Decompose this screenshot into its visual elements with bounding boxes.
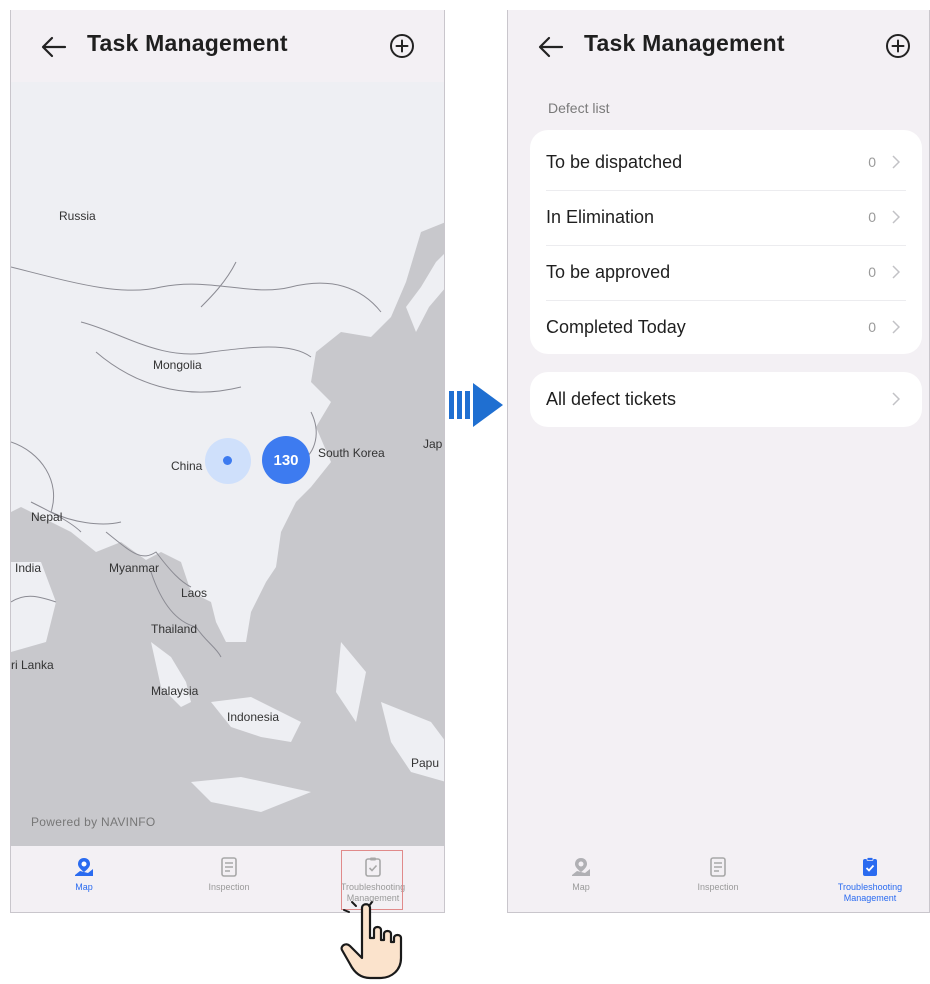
location-marker[interactable]: [223, 456, 232, 465]
back-arrow-icon[interactable]: [536, 32, 566, 62]
chevron-right-icon: [892, 210, 900, 224]
nav-label-troubleshooting-1: Troubleshooting: [837, 882, 903, 892]
map-label-japan: Jap: [423, 437, 443, 451]
bottom-nav: Map Inspection Troubleshooting Managemen…: [508, 846, 929, 912]
page-title: Task Management: [87, 30, 288, 56]
map-label-sri-lanka: ri Lanka: [11, 658, 54, 672]
row-count: 0: [868, 209, 876, 225]
defect-row-completed-today[interactable]: Completed Today 0: [546, 300, 906, 355]
chevron-right-icon: [892, 392, 900, 406]
nav-label-inspection: Inspection: [208, 882, 250, 892]
inspection-doc-icon: [221, 857, 237, 877]
map-label-myanmar: Myanmar: [109, 561, 160, 575]
chevron-right-icon: [892, 155, 900, 169]
nav-tab-map[interactable]: Map: [51, 846, 117, 912]
nav-label-map: Map: [75, 882, 93, 892]
map-label-papua: Papu: [411, 756, 440, 770]
add-circle-icon[interactable]: [388, 32, 416, 60]
section-label-defect-list: Defect list: [548, 100, 610, 116]
map-label-south-korea: South Korea: [318, 446, 385, 460]
row-count: 0: [868, 264, 876, 280]
defect-row-to-be-approved[interactable]: To be approved 0: [546, 245, 906, 301]
chevron-right-icon: [892, 320, 900, 334]
map-pin-icon: [572, 858, 590, 876]
defect-row-to-be-dispatched[interactable]: To be dispatched 0: [546, 135, 906, 191]
right-screen: Task Management Defect list To be dispat…: [507, 10, 930, 913]
all-defect-tickets-card[interactable]: All defect tickets: [530, 372, 922, 427]
all-defect-tickets-row[interactable]: All defect tickets: [546, 372, 906, 427]
row-label: To be dispatched: [546, 152, 683, 172]
transition-arrow-icon: [449, 383, 503, 427]
nav-tab-map[interactable]: Map: [548, 846, 614, 912]
nav-label-inspection: Inspection: [697, 882, 739, 892]
nav-tab-troubleshooting[interactable]: Troubleshooting Management: [820, 846, 920, 912]
map-view[interactable]: Russia Mongolia China South Korea Jap Ne…: [11, 82, 444, 846]
chevron-right-icon: [892, 265, 900, 279]
map-label-china: China: [171, 459, 203, 473]
map-label-thailand: Thailand: [151, 622, 198, 636]
map-label-malaysia: Malaysia: [151, 684, 199, 698]
map-attribution: Powered by NAVINFO: [31, 815, 156, 829]
map-pin-icon: [75, 858, 93, 876]
tap-hand-icon: [340, 901, 403, 980]
add-circle-icon[interactable]: [884, 32, 912, 60]
map-label-nepal: Nepal: [31, 510, 63, 524]
nav-tab-inspection[interactable]: Inspection: [680, 846, 756, 912]
row-label: In Elimination: [546, 207, 655, 227]
map-label-india: India: [15, 561, 42, 575]
map-label-russia: Russia: [59, 209, 96, 223]
row-label: Completed Today: [546, 317, 686, 337]
page-title: Task Management: [584, 30, 785, 56]
map-label-indonesia: Indonesia: [227, 710, 280, 724]
defect-list-card: To be dispatched 0 In Elimination 0 To b…: [530, 130, 922, 354]
nav-label-map: Map: [572, 882, 590, 892]
map-label-mongolia: Mongolia: [153, 358, 202, 372]
row-label: All defect tickets: [546, 389, 677, 409]
back-arrow-icon[interactable]: [39, 32, 69, 62]
defect-row-in-elimination[interactable]: In Elimination 0: [546, 190, 906, 246]
map-cluster-marker[interactable]: 130: [262, 436, 310, 484]
app-header: Task Management: [508, 10, 929, 82]
nav-tab-inspection[interactable]: Inspection: [191, 846, 267, 912]
nav-label-troubleshooting-2: Management: [843, 893, 897, 903]
app-header: Task Management: [11, 10, 444, 82]
map-label-laos: Laos: [181, 586, 208, 600]
row-count: 0: [868, 154, 876, 170]
clipboard-check-icon: [863, 857, 877, 876]
inspection-doc-icon: [710, 857, 726, 877]
left-screen: Task Management Russia Mongolia China So…: [10, 10, 445, 913]
row-count: 0: [868, 319, 876, 335]
row-label: To be approved: [546, 262, 671, 282]
